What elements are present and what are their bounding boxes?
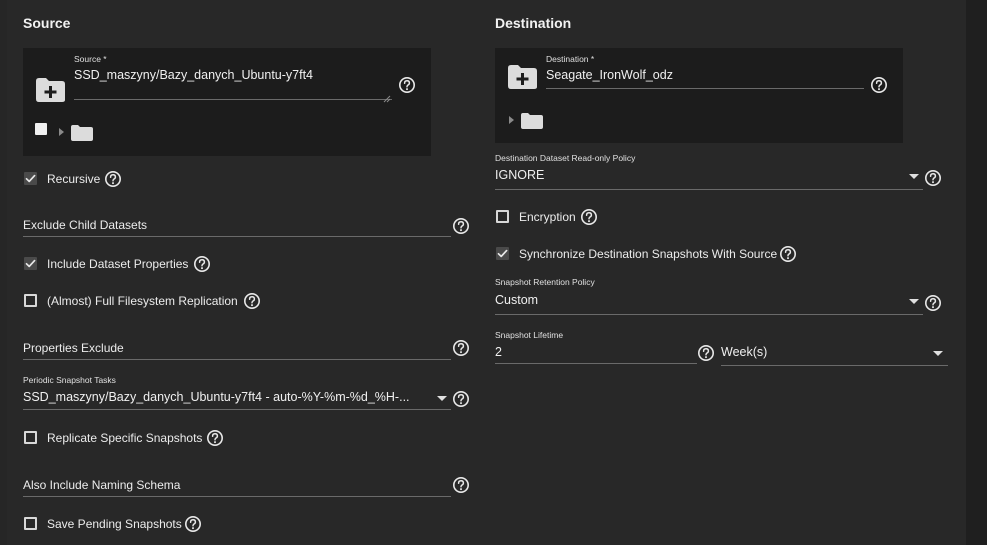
help-icon[interactable] <box>452 339 470 357</box>
folder-icon <box>71 124 93 141</box>
destination-section-title: Destination <box>495 15 572 31</box>
tree-node-checkbox[interactable] <box>35 123 47 135</box>
help-icon[interactable] <box>924 294 942 312</box>
snapshot-lifetime-label: Snapshot Lifetime <box>495 330 564 340</box>
properties-exclude-input[interactable]: Properties Exclude <box>23 341 124 355</box>
help-icon[interactable] <box>193 255 211 273</box>
readonly-policy-label: Destination Dataset Read-only Policy <box>495 153 636 163</box>
help-icon[interactable] <box>398 76 416 94</box>
help-icon[interactable] <box>452 217 470 235</box>
caret-down-icon[interactable] <box>909 174 919 179</box>
readonly-policy-underline <box>495 189 923 190</box>
folder-plus-icon[interactable] <box>35 76 66 103</box>
destination-path-label: Destination * <box>546 54 595 64</box>
properties-exclude-underline <box>23 359 451 360</box>
help-icon[interactable] <box>206 429 224 447</box>
exclude-child-datasets-input[interactable]: Exclude Child Datasets <box>23 218 147 232</box>
source-path-input[interactable]: SSD_maszyny/Bazy_danych_Ubuntu-y7ft4 <box>74 68 392 82</box>
help-icon[interactable] <box>104 170 122 188</box>
checkmark-icon <box>497 249 508 258</box>
help-icon[interactable] <box>924 169 942 187</box>
help-icon[interactable] <box>870 76 888 94</box>
include-dataset-properties-checkbox[interactable] <box>24 257 37 270</box>
snapshot-lifetime-underline <box>495 363 697 364</box>
replicate-specific-snapshots-checkbox[interactable] <box>24 431 37 444</box>
source-path-underline <box>74 99 392 100</box>
periodic-snapshot-tasks-underline <box>23 409 451 410</box>
exclude-child-underline <box>23 236 451 237</box>
recursive-checkbox[interactable] <box>24 172 37 185</box>
folder-plus-icon[interactable] <box>507 63 538 90</box>
replicate-specific-snapshots-label: Replicate Specific Snapshots <box>47 431 203 445</box>
left-edge <box>0 0 7 545</box>
retention-policy-underline <box>495 314 923 315</box>
recursive-label: Recursive <box>47 172 101 186</box>
full-filesystem-replication-checkbox[interactable] <box>24 294 37 307</box>
retention-policy-label: Snapshot Retention Policy <box>495 277 595 287</box>
encryption-checkbox[interactable] <box>496 210 509 223</box>
periodic-snapshot-tasks-select[interactable]: SSD_maszyny/Bazy_danych_Ubuntu-y7ft4 - a… <box>23 390 435 404</box>
checkmark-icon <box>25 259 36 268</box>
help-icon[interactable] <box>697 344 715 362</box>
caret-down-icon[interactable] <box>933 351 943 356</box>
checkmark-icon <box>25 174 36 183</box>
sync-destination-snapshots-checkbox[interactable] <box>496 247 509 260</box>
destination-path-underline <box>546 88 864 89</box>
folder-icon <box>521 112 543 129</box>
lifetime-unit-underline <box>721 365 948 366</box>
right-edge <box>966 0 987 545</box>
help-icon[interactable] <box>184 515 202 533</box>
save-pending-snapshots-checkbox[interactable] <box>24 517 37 530</box>
destination-path-input[interactable]: Seagate_IronWolf_odz <box>546 68 864 82</box>
help-icon[interactable] <box>452 476 470 494</box>
readonly-policy-select[interactable]: IGNORE <box>495 168 895 182</box>
lifetime-unit-select[interactable]: Week(s) <box>721 345 921 359</box>
full-filesystem-replication-label: (Almost) Full Filesystem Replication <box>47 294 238 308</box>
caret-down-icon[interactable] <box>437 396 447 401</box>
include-dataset-properties-label: Include Dataset Properties <box>47 257 189 271</box>
encryption-label: Encryption <box>519 210 576 224</box>
help-icon[interactable] <box>779 245 797 263</box>
resize-handle-icon[interactable] <box>383 90 391 103</box>
caret-right-icon[interactable] <box>509 116 514 124</box>
naming-schema-input[interactable]: Also Include Naming Schema <box>23 478 180 492</box>
save-pending-snapshots-label: Save Pending Snapshots <box>47 517 182 531</box>
source-path-label: Source * <box>74 54 107 64</box>
help-icon[interactable] <box>452 390 470 408</box>
caret-down-icon[interactable] <box>909 299 919 304</box>
retention-policy-select[interactable]: Custom <box>495 293 895 307</box>
naming-schema-underline <box>23 496 451 497</box>
snapshot-lifetime-input[interactable]: 2 <box>495 345 690 359</box>
sync-destination-snapshots-label: Synchronize Destination Snapshots With S… <box>519 247 778 261</box>
source-section-title: Source <box>23 15 71 31</box>
help-icon[interactable] <box>580 208 598 226</box>
caret-right-icon[interactable] <box>59 128 64 136</box>
periodic-snapshot-tasks-label: Periodic Snapshot Tasks <box>23 375 116 385</box>
help-icon[interactable] <box>243 292 261 310</box>
